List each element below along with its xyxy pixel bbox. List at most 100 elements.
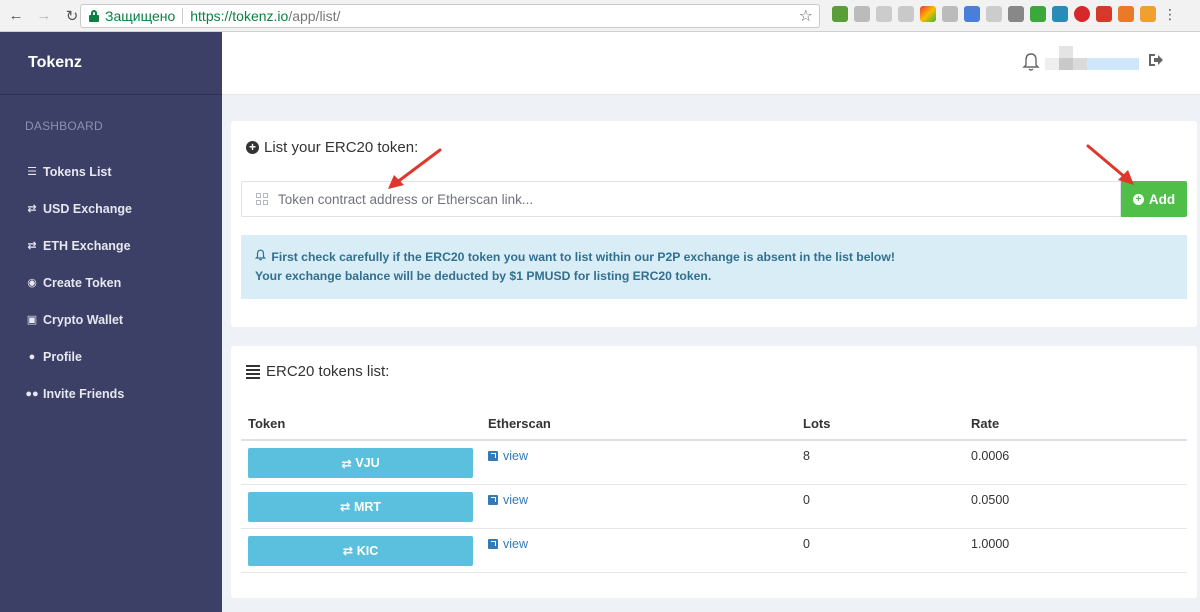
list-token-card: + List your ERC20 token: + Add First che…	[231, 121, 1197, 327]
etherscan-view-link[interactable]: view	[488, 537, 796, 551]
alert-line-1: First check carefully if the ERC20 token…	[255, 248, 1173, 267]
rate-cell: 1.0000	[964, 528, 1187, 573]
rate-cell: 0.0500	[964, 484, 1187, 529]
token-exchange-button[interactable]: ⇄ MRT	[248, 491, 473, 522]
qrcode-icon	[256, 193, 268, 205]
info-alert: First check carefully if the ERC20 token…	[241, 235, 1187, 299]
sidebar-item-profile[interactable]: ● Profile	[0, 338, 222, 375]
sidebar-section-label: DASHBOARD	[25, 119, 103, 133]
extensions-bar: ⋮	[832, 6, 1178, 22]
lock-icon	[89, 10, 99, 22]
token-exchange-button[interactable]: ⇄ KIC	[248, 535, 473, 566]
alert-line-1-text: First check carefully if the ERC20 token…	[271, 250, 895, 264]
lots-cell: 0	[796, 484, 964, 529]
table-row: ⇄ VJU view 8 0.0006	[241, 440, 1187, 485]
sidebar-item-label: ETH Exchange	[43, 238, 131, 253]
add-token-button[interactable]: + Add	[1121, 181, 1187, 217]
back-button[interactable]: ←	[4, 4, 28, 28]
brand-logo[interactable]: Tokenz	[0, 32, 222, 95]
bell-icon[interactable]	[1022, 52, 1040, 72]
tokens-list-card: ERC20 tokens list: Token Etherscan Lots …	[231, 346, 1197, 598]
alert-line-2: Your exchange balance will be deducted b…	[255, 269, 712, 283]
extension-icon[interactable]	[1052, 6, 1068, 22]
pinterest-extension-icon[interactable]	[1074, 6, 1090, 22]
extension-icon[interactable]	[1118, 6, 1134, 22]
browser-toolbar: ← → ↻ Защищено https://tokenz.io/app/lis…	[0, 0, 1200, 32]
extension-icon[interactable]	[832, 6, 848, 22]
table-row: ⇄ KIC view 0 1.0000	[241, 528, 1187, 573]
sidebar: Tokenz DASHBOARD ☰ Tokens List ⇄ USD Exc…	[0, 32, 222, 612]
etherscan-cell: view	[481, 484, 796, 529]
list-icon: ☰	[27, 166, 37, 178]
tokens-list-title-text: ERC20 tokens list:	[266, 363, 390, 380]
column-header: Rate	[964, 408, 1187, 441]
table-row: ⇄ MRT view 0 0.0500	[241, 484, 1187, 529]
translate-extension-icon[interactable]	[964, 6, 980, 22]
external-link-icon	[488, 538, 498, 549]
url-host: https://tokenz.io	[190, 8, 289, 24]
column-header: Lots	[796, 408, 964, 441]
logout-icon[interactable]	[1148, 53, 1164, 67]
sidebar-item-eth-exchange[interactable]: ⇄ ETH Exchange	[0, 227, 222, 264]
etherscan-view-link[interactable]: view	[488, 493, 796, 507]
extension-icon[interactable]	[920, 6, 936, 22]
extension-icon[interactable]	[898, 6, 914, 22]
sidebar-item-label: Crypto Wallet	[43, 312, 124, 327]
tokens-table: Token Etherscan Lots Rate ⇄ VJU view 8 0…	[241, 408, 1187, 573]
bookmark-star-icon[interactable]: ☆	[799, 6, 813, 26]
extension-icon[interactable]	[1008, 6, 1024, 22]
etherscan-cell: view	[481, 528, 796, 573]
menu-dots-icon[interactable]: ⋮	[1162, 6, 1178, 22]
table-header-row: Token Etherscan Lots Rate	[241, 408, 1187, 441]
sidebar-menu: ☰ Tokens List ⇄ USD Exchange ⇄ ETH Excha…	[0, 153, 222, 412]
exchange-icon: ⇄	[27, 203, 37, 215]
sidebar-item-label: Create Token	[43, 275, 122, 290]
avatar[interactable]	[1045, 46, 1141, 72]
sidebar-item-label: Tokens List	[43, 164, 112, 179]
column-header: Etherscan	[481, 408, 796, 441]
token-cell: ⇄ VJU	[241, 440, 481, 485]
token-contract-input[interactable]	[278, 191, 1120, 207]
sidebar-item-label: USD Exchange	[43, 201, 132, 216]
bell-icon	[255, 249, 266, 261]
forward-button[interactable]: →	[32, 4, 56, 28]
tokens-list-title: ERC20 tokens list:	[246, 363, 389, 380]
extension-icon[interactable]	[1140, 6, 1156, 22]
extension-icon[interactable]	[986, 6, 1002, 22]
token-symbol: VJU	[355, 456, 380, 470]
plus-circle-icon: +	[246, 141, 259, 154]
list-token-title: + List your ERC20 token:	[246, 139, 418, 156]
token-symbol: MRT	[353, 499, 382, 514]
token-cell: ⇄ KIC	[241, 528, 481, 573]
column-header: Token	[241, 408, 481, 441]
address-bar[interactable]: Защищено https://tokenz.io/app/list/ ☆	[80, 4, 820, 28]
sidebar-item-create-token[interactable]: ◉ Create Token	[0, 264, 222, 301]
users-icon: ●●	[25, 387, 39, 400]
lots-cell: 8	[796, 440, 964, 485]
secure-label: Защищено	[105, 8, 176, 24]
token-input-wrapper	[241, 181, 1121, 217]
sidebar-item-label: Profile	[43, 349, 82, 364]
sidebar-item-tokens-list[interactable]: ☰ Tokens List	[0, 153, 222, 190]
cors-extension-icon[interactable]	[1096, 6, 1112, 22]
top-header	[222, 32, 1200, 95]
sidebar-item-crypto-wallet[interactable]: ▣ Crypto Wallet	[0, 301, 222, 338]
exchange-icon: ⇄	[27, 240, 37, 252]
sidebar-item-label: Invite Friends	[43, 386, 125, 401]
sidebar-item-usd-exchange[interactable]: ⇄ USD Exchange	[0, 190, 222, 227]
list-token-title-text: List your ERC20 token:	[264, 139, 419, 156]
extension-icon[interactable]	[876, 6, 892, 22]
extension-icon[interactable]	[942, 6, 958, 22]
view-label: view	[503, 492, 529, 507]
sidebar-item-invite-friends[interactable]: ●● Invite Friends	[0, 375, 222, 412]
exchange-icon: ⇄	[342, 544, 357, 558]
token-cell: ⇄ MRT	[241, 484, 481, 529]
view-label: view	[503, 449, 529, 463]
token-exchange-button[interactable]: ⇄ VJU	[248, 448, 473, 478]
exchange-icon: ⇄	[341, 456, 356, 471]
plus-circle-icon: +	[1132, 193, 1144, 205]
download-extension-icon[interactable]	[1030, 6, 1046, 22]
etherscan-view-link[interactable]: view	[488, 449, 796, 463]
briefcase-icon: ▣	[26, 314, 38, 326]
extension-icon[interactable]	[854, 6, 870, 22]
